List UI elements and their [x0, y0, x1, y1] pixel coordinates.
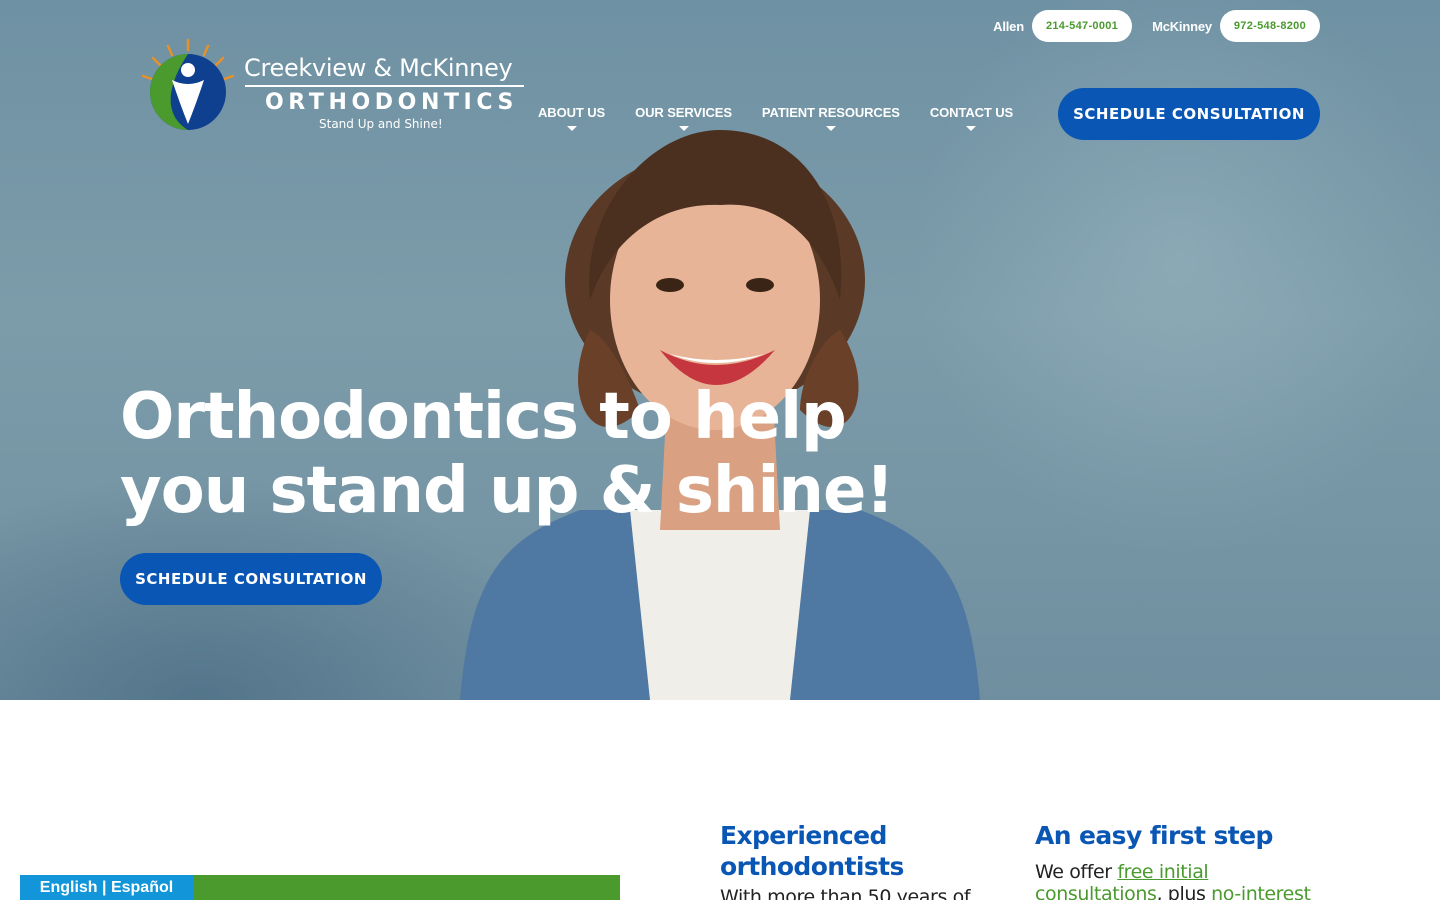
nav-label: OUR SERVICES — [635, 105, 732, 120]
schedule-consultation-button-hero[interactable]: SCHEDULE CONSULTATION — [120, 553, 382, 605]
logo-mark-icon — [141, 38, 235, 130]
main-nav: ABOUT US OUR SERVICES PATIENT RESOURCES … — [528, 105, 1033, 131]
schedule-consultation-button-header[interactable]: SCHEDULE CONSULTATION — [1058, 88, 1320, 140]
hero-title-line2: you stand up & shine! — [120, 454, 895, 528]
language-switcher[interactable]: English | Español — [20, 875, 193, 900]
hero-title-line1: Orthodontics to help — [120, 380, 847, 454]
nav-our-services[interactable]: OUR SERVICES — [625, 105, 742, 131]
feature-heading-experienced: Experienced orthodontists — [720, 821, 904, 881]
nav-label: ABOUT US — [538, 105, 606, 120]
hero-title: Orthodontics to help you stand up & shin… — [120, 380, 895, 528]
caret-down-icon — [825, 126, 836, 131]
nav-patient-resources[interactable]: PATIENT RESOURCES — [752, 105, 910, 131]
feature-text-prefix: We offer — [1035, 861, 1118, 883]
caret-down-icon — [678, 126, 689, 131]
feature-heading-first-step: An easy first step — [1035, 821, 1273, 850]
caret-down-icon — [566, 126, 577, 131]
feature-text-first-step: We offer free initial consultations, plu… — [1035, 861, 1311, 900]
feature-text-experienced: With more than 50 years of — [720, 886, 971, 900]
no-interest-link[interactable]: no-interest — [1211, 883, 1311, 900]
phone-location-allen: Allen — [993, 18, 1024, 34]
caret-down-icon — [966, 126, 977, 131]
free-consultations-link[interactable]: free initial — [1117, 861, 1208, 883]
phone-location-mckinney: McKinney — [1152, 18, 1212, 34]
nav-label: CONTACT US — [929, 105, 1014, 120]
logo-tagline: Stand Up and Shine! — [319, 117, 443, 131]
nav-label: PATIENT RESOURCES — [761, 105, 900, 120]
phone-button-mckinney[interactable]: 972-548-8200 — [1219, 10, 1320, 42]
nav-contact-us[interactable]: CONTACT US — [920, 105, 1023, 131]
phone-button-allen[interactable]: 214-547-0001 — [1031, 10, 1133, 42]
logo-divider — [245, 85, 524, 87]
site-logo[interactable]: Creekview & McKinney ORTHODONTICS Stand … — [138, 38, 538, 138]
feature-text-mid: , plus — [1156, 883, 1212, 900]
phone-bar: Allen 214-547-0001 McKinney 972-548-8200 — [993, 10, 1320, 42]
hero-section: Allen 214-547-0001 McKinney 972-548-8200… — [0, 0, 1440, 700]
nav-about-us[interactable]: ABOUT US — [528, 105, 615, 131]
logo-title: Creekview & McKinney — [244, 54, 513, 82]
logo-subtitle: ORTHODONTICS — [265, 90, 518, 115]
free-consultations-link-cont[interactable]: consultations — [1035, 883, 1157, 900]
